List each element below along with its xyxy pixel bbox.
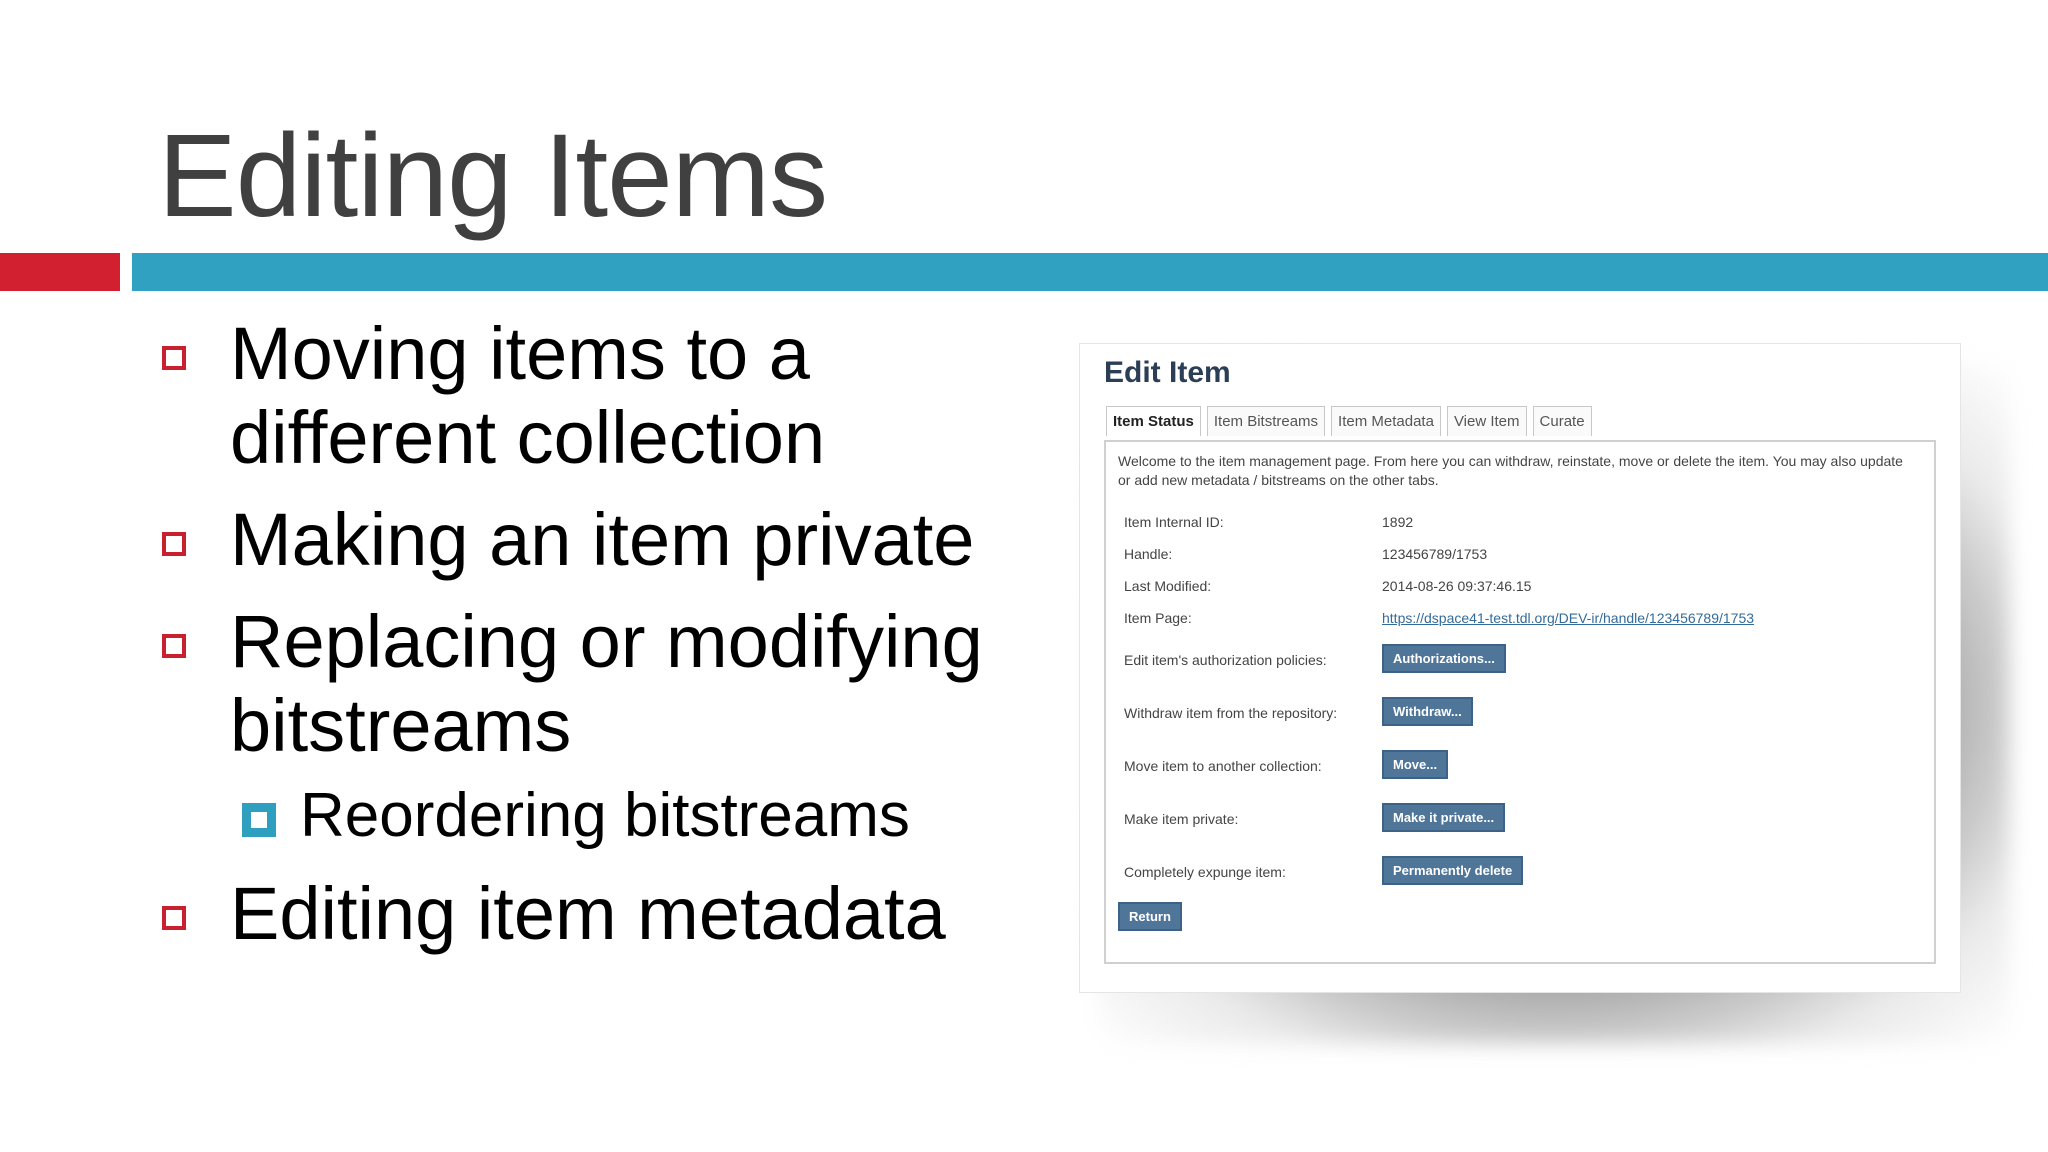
item-page-label: Item Page: bbox=[1124, 610, 1192, 626]
accent-bar-blue bbox=[132, 253, 2048, 291]
bullet-item: Making an item private bbox=[160, 498, 1020, 582]
handle-label: Handle: bbox=[1124, 546, 1173, 562]
filled-square-bullet-icon bbox=[242, 803, 276, 837]
tab-curate[interactable]: Curate bbox=[1532, 406, 1592, 436]
bullet-item: Editing item metadata bbox=[160, 872, 1020, 956]
bullet-text: Making an item private bbox=[230, 498, 975, 581]
move-button[interactable]: Move... bbox=[1382, 750, 1449, 779]
make-private-button[interactable]: Make it private... bbox=[1382, 803, 1506, 832]
tab-item-bitstreams[interactable]: Item Bitstreams bbox=[1206, 406, 1326, 436]
slide: Editing Items Moving items to a differen… bbox=[0, 0, 2048, 1152]
move-label: Move item to another collection: bbox=[1124, 758, 1322, 774]
bullet-list: Moving items to a different collection M… bbox=[160, 312, 1020, 974]
square-bullet-icon bbox=[162, 346, 186, 370]
square-bullet-icon bbox=[162, 906, 186, 930]
authorizations-button[interactable]: Authorizations... bbox=[1382, 644, 1506, 673]
bullet-text: Moving items to a different collection bbox=[230, 312, 826, 479]
sub-bullet-item: Reordering bitstreams bbox=[160, 778, 1020, 854]
internal-id-value: 1892 bbox=[1382, 514, 1414, 530]
bullet-item: Moving items to a different collection bbox=[160, 312, 1020, 480]
item-page-link[interactable]: https://dspace41-test.tdl.org/DEV-ir/han… bbox=[1382, 610, 1754, 626]
return-button[interactable]: Return bbox=[1118, 902, 1182, 931]
last-modified-value: 2014-08-26 09:37:46.15 bbox=[1382, 578, 1532, 594]
withdraw-label: Withdraw item from the repository: bbox=[1124, 705, 1338, 721]
tab-view-item[interactable]: View Item bbox=[1446, 406, 1527, 436]
bullet-item: Replacing or modifying bitstreams bbox=[160, 600, 1020, 768]
expunge-label: Completely expunge item: bbox=[1124, 864, 1286, 880]
permanently-delete-button[interactable]: Permanently delete bbox=[1382, 856, 1524, 885]
sub-bullet-text: Reordering bitstreams bbox=[300, 781, 910, 850]
bullet-text: Replacing or modifying bitstreams bbox=[230, 600, 983, 767]
bullet-text: Editing item metadata bbox=[230, 872, 946, 955]
edit-item-tabs: Item Status Item Bitstreams Item Metadat… bbox=[1106, 406, 1592, 436]
slide-title: Editing Items bbox=[158, 110, 828, 242]
handle-value: 123456789/1753 bbox=[1382, 546, 1488, 562]
intro-text: Welcome to the item management page. Fro… bbox=[1118, 453, 1903, 488]
withdraw-button[interactable]: Withdraw... bbox=[1382, 697, 1473, 726]
edit-item-title: Edit Item bbox=[1104, 356, 1231, 389]
edit-item-screenshot: Edit Item Item Status Item Bitstreams It… bbox=[1080, 344, 1960, 992]
internal-id-label: Item Internal ID: bbox=[1124, 514, 1224, 530]
tab-item-metadata[interactable]: Item Metadata bbox=[1331, 406, 1441, 436]
make-private-label: Make item private: bbox=[1124, 811, 1239, 827]
accent-bar-red bbox=[0, 253, 120, 291]
last-modified-label: Last Modified: bbox=[1124, 578, 1212, 594]
item-status-panel: Welcome to the item management page. Fro… bbox=[1104, 440, 1936, 964]
square-bullet-icon bbox=[162, 532, 186, 556]
square-bullet-icon bbox=[162, 634, 186, 658]
authorization-label: Edit item's authorization policies: bbox=[1124, 652, 1327, 668]
tab-item-status[interactable]: Item Status bbox=[1106, 406, 1201, 436]
